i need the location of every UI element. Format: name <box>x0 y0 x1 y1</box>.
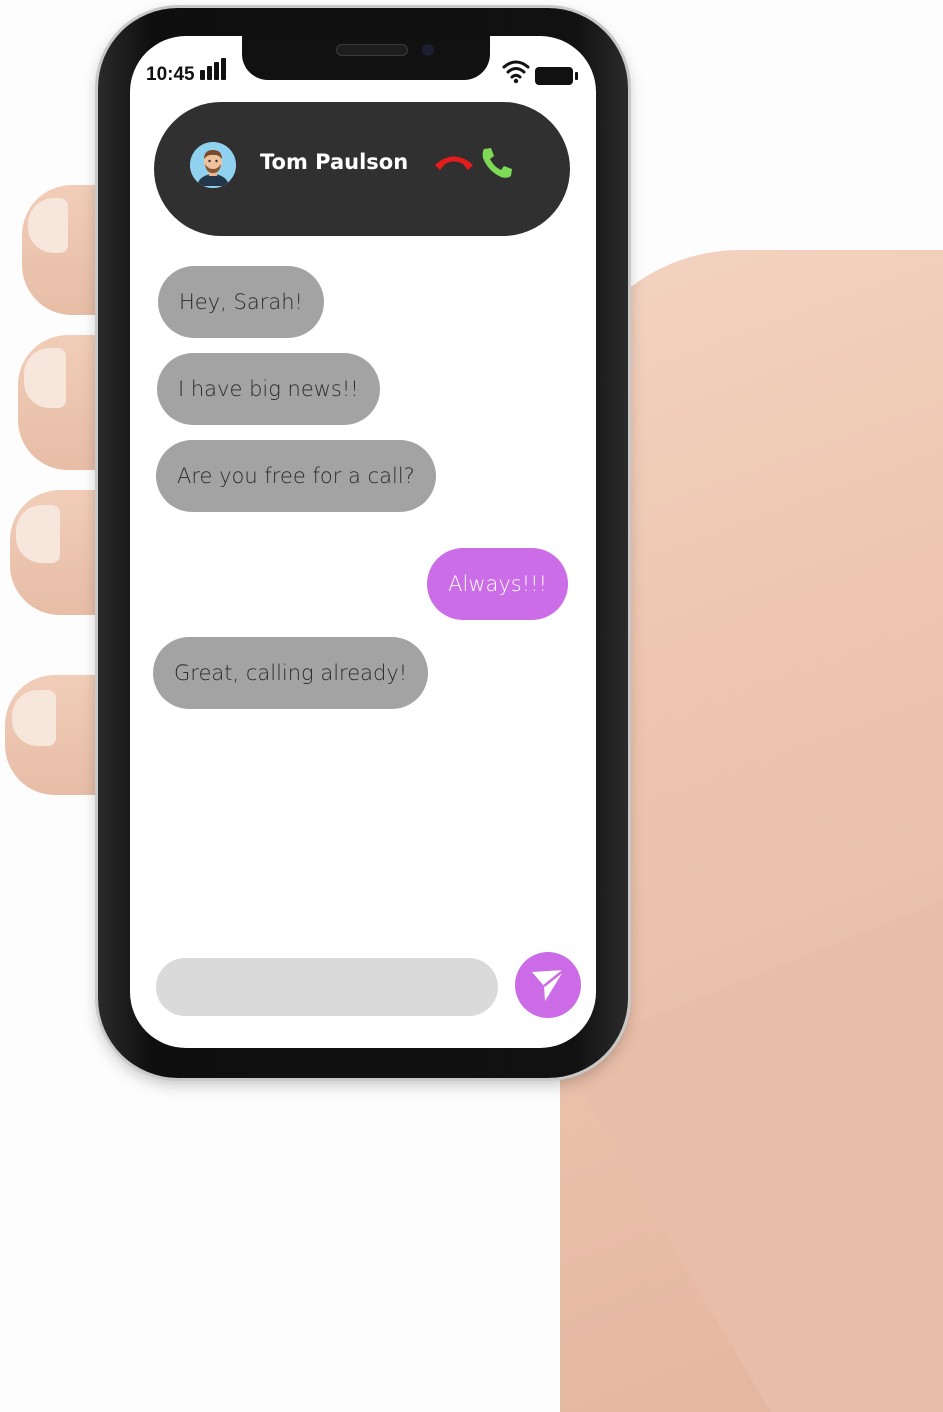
call-bar: Tom Paulson <box>154 102 570 236</box>
message-bubble-incoming: I have big news!! <box>157 353 380 425</box>
speaker <box>336 44 408 56</box>
status-time: 10:45 <box>146 64 195 85</box>
front-camera <box>422 44 434 56</box>
notch <box>242 36 490 80</box>
phone-screen: 10:45 Tom Paulson Hey, Sarah! I have big… <box>130 36 596 1048</box>
send-icon <box>532 969 565 1001</box>
phone: 10:45 Tom Paulson Hey, Sarah! I have big… <box>98 8 628 1078</box>
battery-icon <box>535 67 578 85</box>
message-bubble-incoming: Great, calling already! <box>153 637 429 709</box>
signal-icon <box>200 58 226 80</box>
fingernail <box>24 348 66 408</box>
decline-call-icon[interactable] <box>432 150 476 174</box>
fingernail <box>16 505 60 563</box>
send-button[interactable] <box>515 952 581 1018</box>
accept-call-icon[interactable] <box>480 146 514 180</box>
contact-avatar[interactable] <box>190 142 236 188</box>
contact-name: Tom Paulson <box>260 150 409 174</box>
fingernail <box>12 690 56 746</box>
message-bubble-outgoing: Always!!! <box>427 548 568 620</box>
message-bubble-incoming: Are you free for a call? <box>156 440 436 512</box>
message-bubble-incoming: Hey, Sarah! <box>158 266 324 338</box>
message-input[interactable] <box>156 958 498 1016</box>
wifi-icon <box>502 60 530 84</box>
